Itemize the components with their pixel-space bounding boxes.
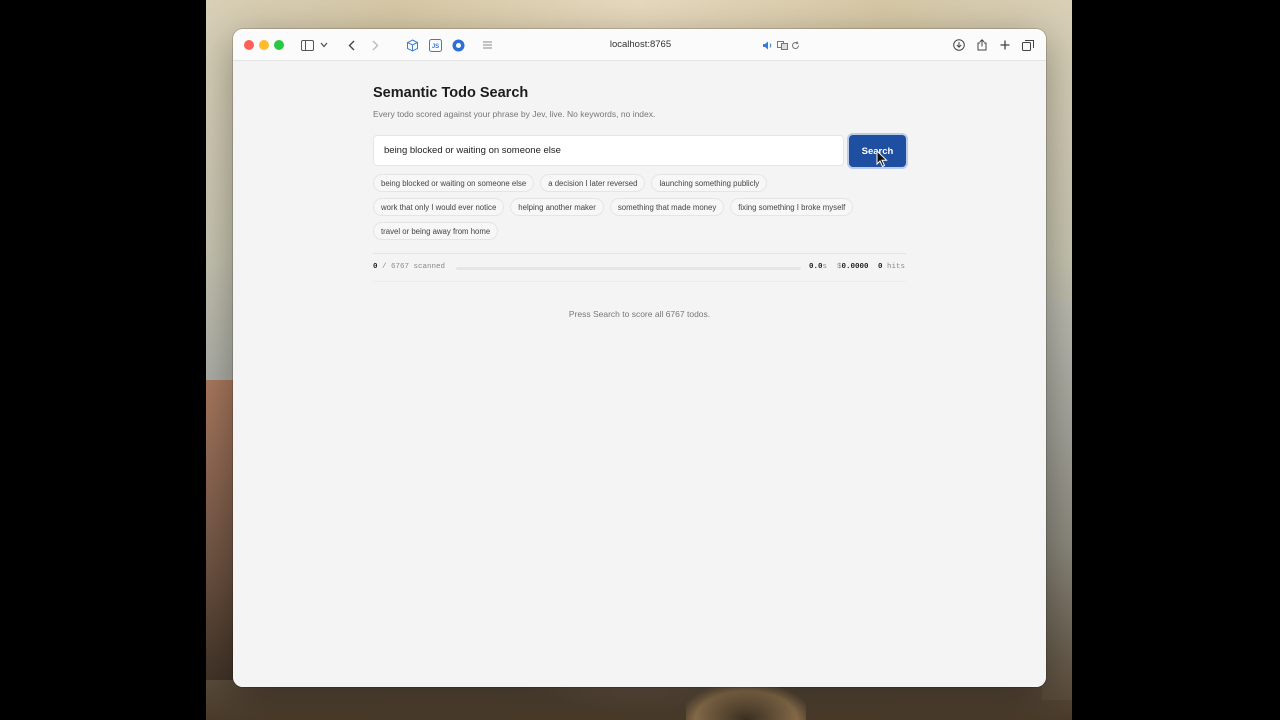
page-subtitle: Every todo scored against your phrase by… [373, 109, 656, 119]
extension-cube-icon[interactable] [405, 37, 419, 53]
forward-icon[interactable] [370, 37, 380, 53]
empty-state-message: Press Search to score all 6767 todos. [568, 309, 711, 319]
cost-value: 0.0000 [841, 263, 869, 271]
hits-label: hits [887, 263, 906, 271]
search-input[interactable] [373, 135, 844, 166]
sidebar-toggle-icon[interactable] [300, 37, 314, 53]
suggestion-chip[interactable]: a decision I later reversed [540, 174, 646, 192]
reader-list-icon[interactable] [482, 37, 492, 53]
page-content: Semantic Todo Search Every todo scored a… [233, 61, 1046, 687]
extension-circle-icon[interactable] [451, 37, 465, 53]
cost: $0.0000 [837, 263, 869, 271]
scanned-value: 0 [373, 263, 378, 271]
chip-row: work that only I would ever notice helpi… [373, 198, 913, 216]
downloads-icon[interactable] [952, 37, 966, 53]
suggestion-chip[interactable]: launching something publicly [651, 174, 768, 192]
zoom-window-button[interactable] [274, 40, 284, 50]
hits-count: 0 hits [878, 263, 905, 271]
browser-toolbar: JS localhost:8765 [233, 29, 1046, 61]
chip-row: being blocked or waiting on someone else… [373, 174, 913, 192]
suggestion-chip[interactable]: being blocked or waiting on someone else [373, 174, 535, 192]
address-bar[interactable]: localhost:8765 [573, 37, 708, 53]
wallpaper-detail [1042, 300, 1072, 700]
suggestion-chip[interactable]: something that made money [609, 198, 725, 216]
divider [373, 281, 906, 282]
mouse-cursor-icon [876, 150, 888, 168]
reload-icon[interactable] [790, 37, 800, 53]
suggestion-chips: being blocked or waiting on someone else… [373, 174, 913, 246]
suggestion-chip[interactable]: work that only I would ever notice [373, 198, 505, 216]
page-title: Semantic Todo Search [373, 85, 529, 101]
svg-text:JS: JS [431, 44, 438, 50]
suggestion-chip[interactable]: helping another maker [510, 198, 604, 216]
hits-value: 0 [878, 263, 883, 271]
scanned-total: / 6767 scanned [382, 263, 446, 271]
scan-progress: 0 / 6767 scanned 0.0s $0.0000 0 hits [373, 262, 906, 274]
close-window-button[interactable] [244, 40, 254, 50]
elapsed-time: 0.0s [809, 263, 827, 271]
minimize-window-button[interactable] [259, 40, 269, 50]
chevron-down-icon[interactable] [319, 37, 329, 53]
progress-bar [456, 267, 801, 270]
elapsed-time-value: 0.0 [809, 263, 823, 271]
tab-overview-icon[interactable] [1021, 37, 1035, 53]
divider [373, 253, 906, 254]
audio-playing-icon[interactable] [761, 37, 773, 53]
new-tab-icon[interactable] [998, 37, 1012, 53]
javascript-extension-icon[interactable]: JS [428, 37, 442, 53]
elapsed-time-unit: s [822, 263, 828, 271]
suggestion-chip[interactable]: fixing something I broke myself [730, 198, 854, 216]
wallpaper-detail [686, 686, 806, 720]
share-icon[interactable] [975, 37, 989, 53]
scanned-count: 0 / 6767 scanned [373, 263, 445, 271]
translate-icon[interactable] [776, 37, 788, 53]
browser-window: JS localhost:8765 Semantic Todo Search E… [233, 29, 1046, 687]
suggestion-chip[interactable]: travel or being away from home [373, 222, 499, 240]
chip-row: travel or being away from home [373, 222, 913, 240]
back-icon[interactable] [346, 37, 356, 53]
